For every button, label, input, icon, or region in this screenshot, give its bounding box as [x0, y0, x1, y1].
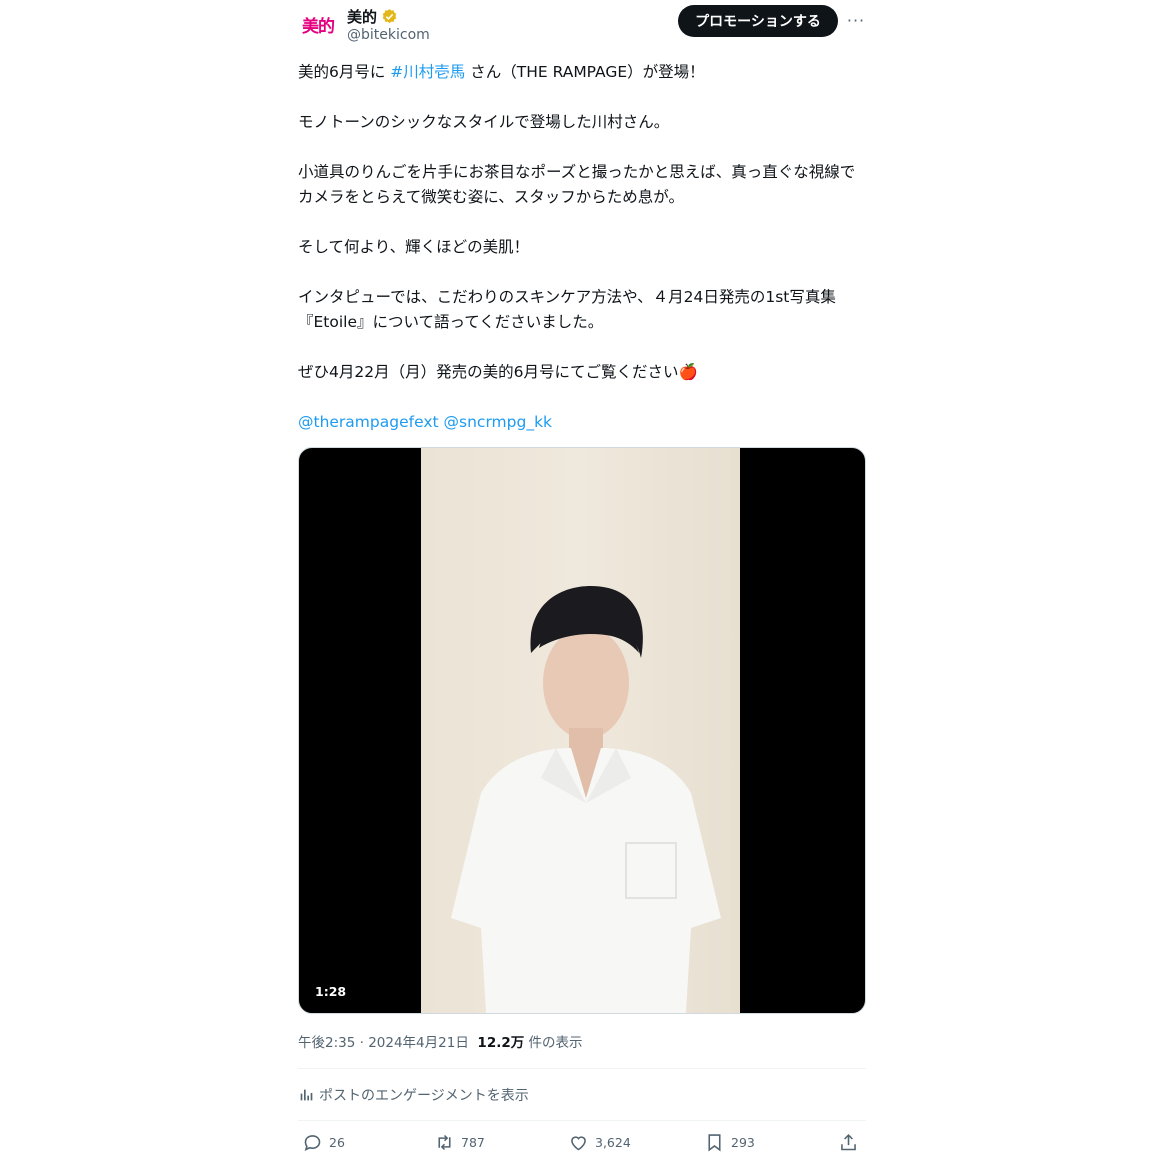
engagement-link[interactable]: ポストのエンゲージメントを表示	[298, 1085, 529, 1105]
video-frame[interactable]	[421, 448, 740, 1013]
post-date[interactable]: 2024年4月21日	[368, 1035, 469, 1051]
reply-button[interactable]: 26	[302, 1132, 345, 1153]
reply-icon	[304, 1135, 321, 1151]
post-line: インタピューでは、こだわりのスキンケア方法や、４月24日発売の1st写真集『Et…	[298, 288, 836, 331]
more-options-icon[interactable]: ···	[846, 10, 866, 30]
repost-icon	[438, 1134, 451, 1151]
video-duration: 1:28	[309, 982, 353, 1001]
author-name[interactable]: 美的	[347, 6, 398, 27]
like-button[interactable]: 3,624	[568, 1132, 631, 1153]
share-button[interactable]	[838, 1132, 859, 1153]
repost-button[interactable]: 787	[434, 1132, 485, 1153]
mention-link[interactable]: @sncrmpg_kk	[444, 413, 553, 431]
tweet: 美的 美的 @bitekicom プロモーションする ··· 美的6月号に #川…	[298, 0, 866, 1165]
view-count: 12.2万	[477, 1035, 525, 1051]
bookmark-button[interactable]: 293	[704, 1132, 755, 1153]
promotion-button[interactable]: プロモーションする	[678, 5, 838, 37]
analytics-icon	[300, 1089, 313, 1101]
post-time[interactable]: 午後2:35	[298, 1035, 355, 1051]
post-line: ぜひ4月22月（月）発売の美的6月号にてご覧ください🍎	[298, 363, 698, 381]
divider	[298, 1068, 866, 1069]
verified-badge-icon	[382, 9, 397, 24]
author-handle[interactable]: @bitekicom	[347, 27, 430, 43]
person-photo	[451, 586, 721, 1013]
post-line: 美的6月号に #川村壱馬 さん（THE RAMPAGE）が登場！	[298, 63, 705, 81]
bookmark-icon	[708, 1134, 721, 1152]
post-line: そして何より、輝くほどの美肌！	[298, 238, 530, 256]
mentions: @therampagefext @sncrmpg_kk	[298, 410, 866, 435]
share-icon	[841, 1133, 856, 1151]
avatar[interactable]: 美的	[298, 4, 338, 44]
divider	[298, 1120, 866, 1121]
action-bar: 26 787 3,624 293	[302, 1132, 862, 1158]
post-text: 美的6月号に #川村壱馬 さん（THE RAMPAGE）が登場！ モノトーンのシ…	[298, 60, 866, 435]
hashtag-link[interactable]: #川村壱馬	[390, 63, 465, 81]
post-line: モノトーンのシックなスタイルで登場した川村さん。	[298, 113, 670, 131]
author-display-name[interactable]: 美的	[347, 6, 377, 27]
post-line: 小道具のりんごを片手にお茶目なポーズと撮ったかと思えば、真っ直ぐな視線でカメラを…	[298, 163, 856, 206]
video-player[interactable]: 1:28	[298, 447, 866, 1014]
mention-link[interactable]: @therampagefext	[298, 413, 439, 431]
heart-icon	[571, 1136, 586, 1151]
post-meta: 午後2:35 · 2024年4月21日 12.2万 件の表示	[298, 1035, 583, 1051]
